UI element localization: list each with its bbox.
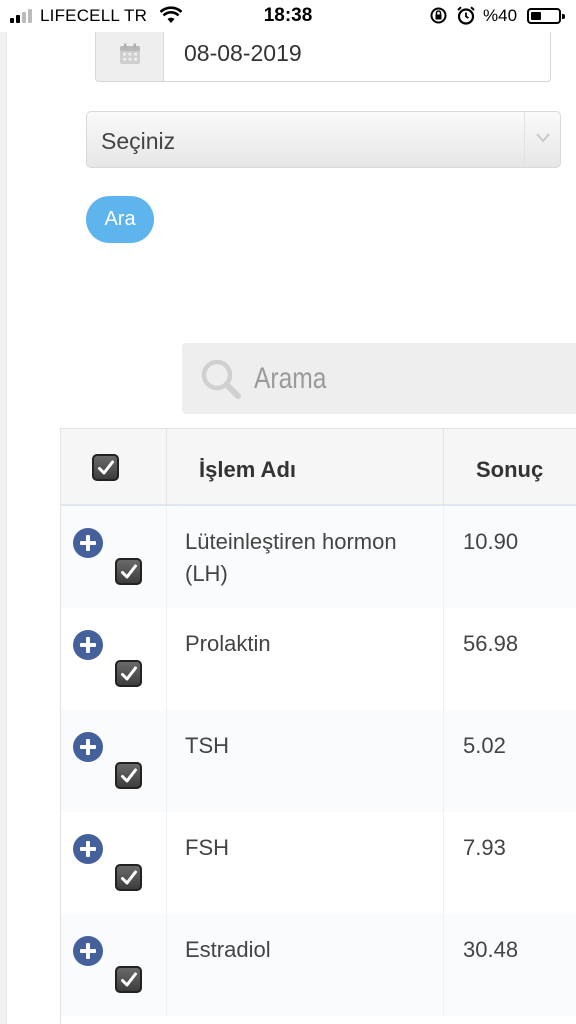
row-checkbox[interactable] (115, 660, 142, 687)
cell-result: 30.48 (463, 937, 519, 962)
checkmark-icon (121, 870, 137, 885)
battery-percent: %40 (483, 6, 518, 25)
cell-result: 7.93 (463, 835, 506, 860)
checkmark-icon (121, 972, 137, 987)
expand-plus-icon[interactable] (73, 528, 103, 558)
row-checkbox[interactable] (115, 762, 142, 789)
column-header-name[interactable]: İşlem Adı (199, 457, 296, 483)
cell-test-name: TSH (185, 733, 229, 758)
cell-result: 5.02 (463, 733, 506, 758)
checkmark-icon (121, 564, 137, 579)
cell-test-name: Lüteinleştiren hormon (LH) (185, 529, 397, 586)
category-select[interactable]: Seçiniz (86, 111, 561, 168)
column-header-result[interactable]: Sonuç (476, 457, 543, 483)
cell-test-name: FSH (185, 835, 229, 860)
table-row[interactable]: Lüteinleştiren hormon (LH) 10.90 (61, 506, 576, 608)
checkmark-icon (98, 460, 114, 475)
column-divider (443, 429, 444, 506)
expand-plus-icon[interactable] (73, 834, 103, 864)
table-row[interactable]: Estradiol 30.48 (61, 914, 576, 1016)
calendar-icon (120, 43, 140, 64)
table-row[interactable]: Prolaktin 56.98 (61, 608, 576, 710)
left-border (0, 32, 7, 1024)
cell-test-name: Estradiol (185, 937, 271, 962)
date-field[interactable]: 08-08-2019 (95, 24, 551, 82)
table-header: İşlem Adı Sonuç (61, 429, 576, 506)
search-placeholder[interactable]: Arama (254, 362, 326, 396)
row-checkbox[interactable] (115, 558, 142, 585)
select-all-checkbox[interactable] (92, 454, 119, 481)
table-search-bar[interactable]: Arama (182, 343, 576, 414)
expand-plus-icon[interactable] (73, 732, 103, 762)
table-row[interactable]: TSH 5.02 (61, 710, 576, 812)
column-divider (166, 429, 167, 506)
table-row[interactable]: FSH 7.93 (61, 812, 576, 914)
row-checkbox[interactable] (115, 966, 142, 993)
row-checkbox[interactable] (115, 864, 142, 891)
alarm-icon (457, 6, 475, 25)
checkmark-icon (121, 666, 137, 681)
date-picker-addon[interactable] (96, 25, 164, 81)
battery-level (531, 12, 541, 20)
chevron-down-icon (536, 133, 550, 143)
search-button[interactable]: Ara (86, 196, 154, 243)
select-value: Seçiniz (101, 128, 176, 154)
select-arrow[interactable] (524, 112, 560, 167)
expand-plus-icon[interactable] (73, 936, 103, 966)
rotation-lock-icon (430, 7, 447, 24)
cell-result: 56.98 (463, 631, 519, 656)
search-icon (201, 359, 241, 399)
results-table: İşlem Adı Sonuç Lüteinleştiren hormon (L… (60, 428, 576, 1024)
date-value[interactable]: 08-08-2019 (184, 40, 302, 67)
checkmark-icon (121, 768, 137, 783)
expand-plus-icon[interactable] (73, 630, 103, 660)
cell-test-name: Prolaktin (185, 631, 271, 656)
status-bar: LIFECELL TR 18:38 %40 (0, 0, 576, 32)
battery-icon (527, 8, 565, 24)
cell-result: 10.90 (463, 529, 519, 554)
